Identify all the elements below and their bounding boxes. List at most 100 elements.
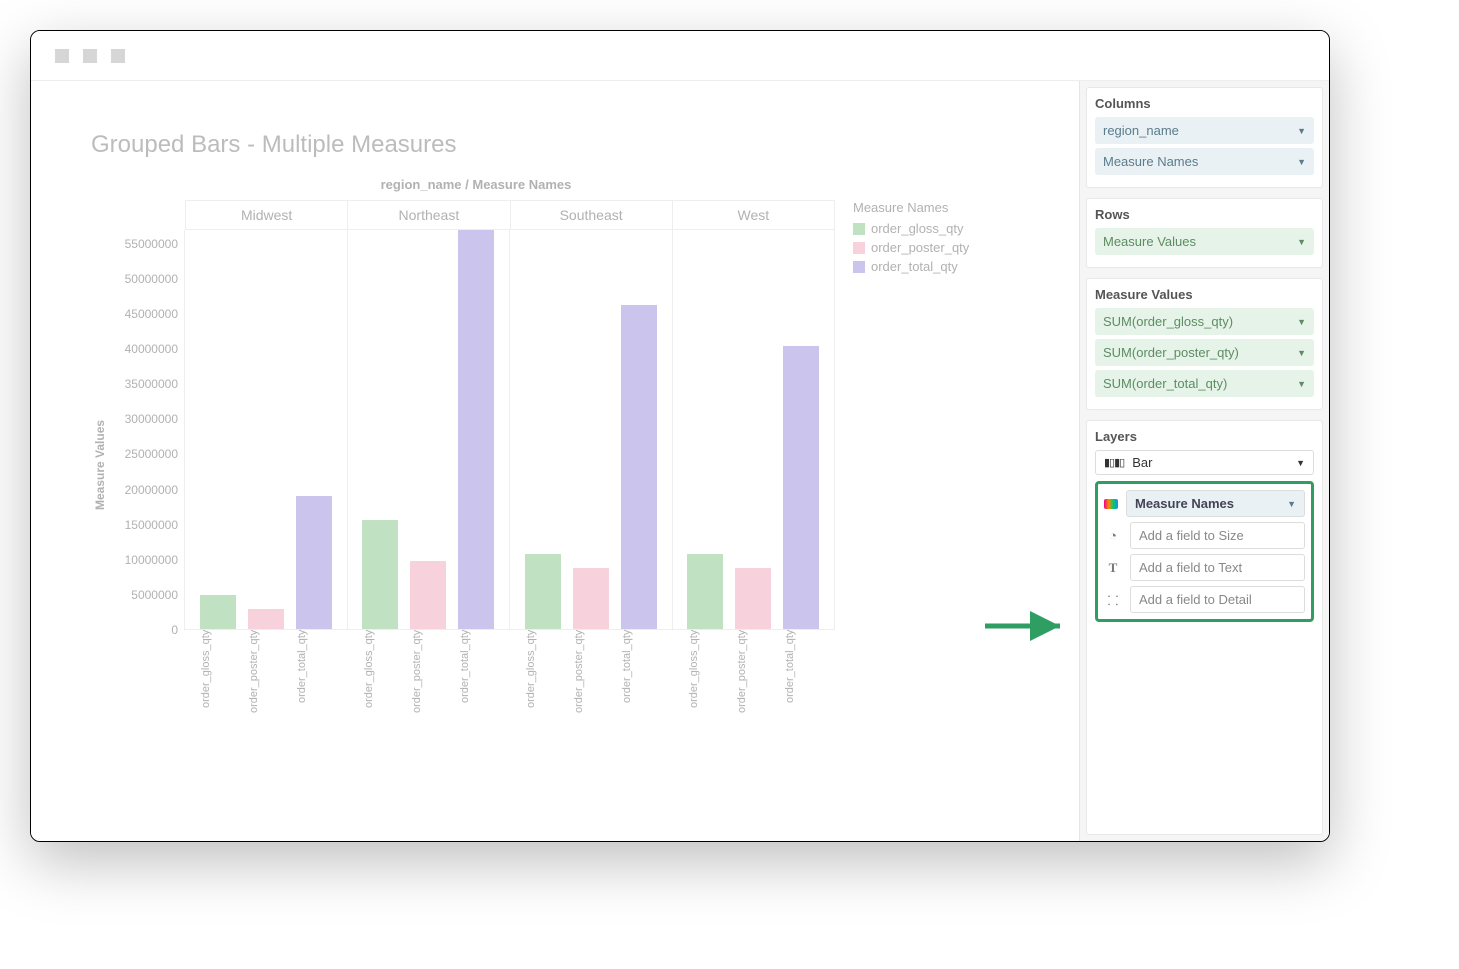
x-tick: order_poster_qty	[736, 630, 772, 730]
y-tick: 30000000	[125, 412, 178, 426]
size-icon: ◔	[1104, 528, 1122, 543]
shelf-title: Measure Values	[1095, 287, 1314, 302]
chart-legend: Measure Names order_gloss_qty order_poste…	[853, 200, 969, 730]
y-tick: 45000000	[125, 307, 178, 321]
bar[interactable]	[687, 554, 723, 629]
caret-down-icon: ▼	[1297, 157, 1306, 167]
caret-down-icon: ▼	[1297, 348, 1306, 358]
color-field[interactable]: Measure Names▼	[1126, 490, 1305, 517]
x-tick: order_total_qty	[296, 630, 332, 730]
x-tick: order_total_qty	[459, 630, 495, 730]
bar[interactable]	[621, 305, 657, 629]
region-header: Northeast	[348, 200, 510, 230]
x-tick: order_gloss_qty	[363, 630, 399, 730]
x-tick: order_poster_qty	[411, 630, 447, 730]
bar-group	[348, 230, 511, 630]
window-control-icon[interactable]	[111, 49, 125, 63]
x-tick: order_total_qty	[621, 630, 657, 730]
measure-pill[interactable]: SUM(order_total_qty)▼	[1095, 370, 1314, 397]
caret-down-icon: ▼	[1296, 458, 1305, 468]
chart-plot: MidwestNortheastSoutheastWest 5500000050…	[115, 200, 835, 730]
bar[interactable]	[525, 554, 561, 629]
window-control-icon[interactable]	[55, 49, 69, 63]
layer-encoding-highlight: Measure Names▼ ◔ Add a field to Size T A…	[1095, 481, 1314, 622]
config-sidebar: Columns region_name▼ Measure Names▼ Rows…	[1079, 81, 1329, 841]
caret-down-icon: ▼	[1297, 237, 1306, 247]
color-icon	[1104, 499, 1118, 509]
row-pill[interactable]: Measure Values▼	[1095, 228, 1314, 255]
bar[interactable]	[783, 346, 819, 629]
legend-label: order_poster_qty	[871, 240, 969, 255]
highlight-arrow-icon	[980, 611, 1070, 641]
bar[interactable]	[458, 230, 494, 629]
y-tick: 15000000	[125, 518, 178, 532]
window-titlebar	[31, 31, 1329, 81]
chart-subtitle: region_name / Measure Names	[151, 177, 801, 192]
region-header: Southeast	[511, 200, 673, 230]
bar-group	[673, 230, 836, 630]
legend-title: Measure Names	[853, 200, 969, 215]
x-tick: order_gloss_qty	[525, 630, 561, 730]
shelf-title: Layers	[1095, 429, 1314, 444]
caret-down-icon: ▼	[1297, 317, 1306, 327]
y-tick: 0	[171, 623, 178, 637]
legend-swatch-icon	[853, 242, 865, 254]
mark-type-select[interactable]: ▮▯▮▯ Bar ▼	[1095, 450, 1314, 475]
caret-down-icon: ▼	[1287, 499, 1296, 509]
x-tick: order_gloss_qty	[688, 630, 724, 730]
bar[interactable]	[410, 561, 446, 629]
content-area: Grouped Bars - Multiple Measures region_…	[31, 81, 1329, 841]
measure-pill[interactable]: SUM(order_gloss_qty)▼	[1095, 308, 1314, 335]
layers-shelf: Layers ▮▯▮▯ Bar ▼ Measure Names▼ ◔ Add a…	[1086, 420, 1323, 835]
y-tick: 5000000	[131, 588, 178, 602]
detail-icon: ⸬	[1104, 591, 1122, 609]
bar[interactable]	[248, 609, 284, 629]
app-window: Grouped Bars - Multiple Measures region_…	[30, 30, 1330, 842]
shelf-title: Columns	[1095, 96, 1314, 111]
region-header: Midwest	[185, 200, 348, 230]
y-axis: 55000000 50000000 45000000 40000000 35000000…	[115, 230, 185, 630]
y-tick: 50000000	[125, 272, 178, 286]
bar[interactable]	[200, 595, 236, 629]
measure-pill[interactable]: SUM(order_poster_qty)▼	[1095, 339, 1314, 366]
x-tick: order_gloss_qty	[200, 630, 236, 730]
rows-shelf: Rows Measure Values▼	[1086, 198, 1323, 268]
legend-item[interactable]: order_poster_qty	[853, 240, 969, 255]
x-tick: order_total_qty	[784, 630, 820, 730]
text-icon: T	[1104, 560, 1122, 576]
legend-swatch-icon	[853, 261, 865, 273]
caret-down-icon: ▼	[1297, 126, 1306, 136]
detail-field[interactable]: Add a field to Detail	[1130, 586, 1305, 613]
y-tick: 55000000	[125, 237, 178, 251]
bar-group	[185, 230, 348, 630]
bar[interactable]	[735, 568, 771, 629]
column-pill[interactable]: Measure Names▼	[1095, 148, 1314, 175]
x-tick: order_poster_qty	[573, 630, 609, 730]
y-tick: 40000000	[125, 342, 178, 356]
column-pill[interactable]: region_name▼	[1095, 117, 1314, 144]
measure-values-shelf: Measure Values SUM(order_gloss_qty)▼ SUM…	[1086, 278, 1323, 410]
legend-swatch-icon	[853, 223, 865, 235]
chart-title: Grouped Bars - Multiple Measures	[91, 131, 1069, 159]
x-tick: order_poster_qty	[248, 630, 284, 730]
bar[interactable]	[296, 496, 332, 629]
y-tick: 25000000	[125, 447, 178, 461]
y-axis-label: Measure Values	[91, 265, 107, 665]
bar[interactable]	[362, 520, 398, 629]
bar[interactable]	[573, 568, 609, 629]
legend-label: order_total_qty	[871, 259, 958, 274]
columns-shelf: Columns region_name▼ Measure Names▼	[1086, 87, 1323, 188]
bar-group	[510, 230, 673, 630]
y-tick: 10000000	[125, 553, 178, 567]
shelf-title: Rows	[1095, 207, 1314, 222]
y-tick: 35000000	[125, 377, 178, 391]
chart-area: Grouped Bars - Multiple Measures region_…	[31, 81, 1079, 841]
caret-down-icon: ▼	[1297, 379, 1306, 389]
window-control-icon[interactable]	[83, 49, 97, 63]
size-field[interactable]: Add a field to Size	[1130, 522, 1305, 549]
y-tick: 20000000	[125, 483, 178, 497]
bar-chart-icon: ▮▯▮▯	[1104, 456, 1124, 469]
legend-item[interactable]: order_gloss_qty	[853, 221, 969, 236]
legend-item[interactable]: order_total_qty	[853, 259, 969, 274]
text-field[interactable]: Add a field to Text	[1130, 554, 1305, 581]
